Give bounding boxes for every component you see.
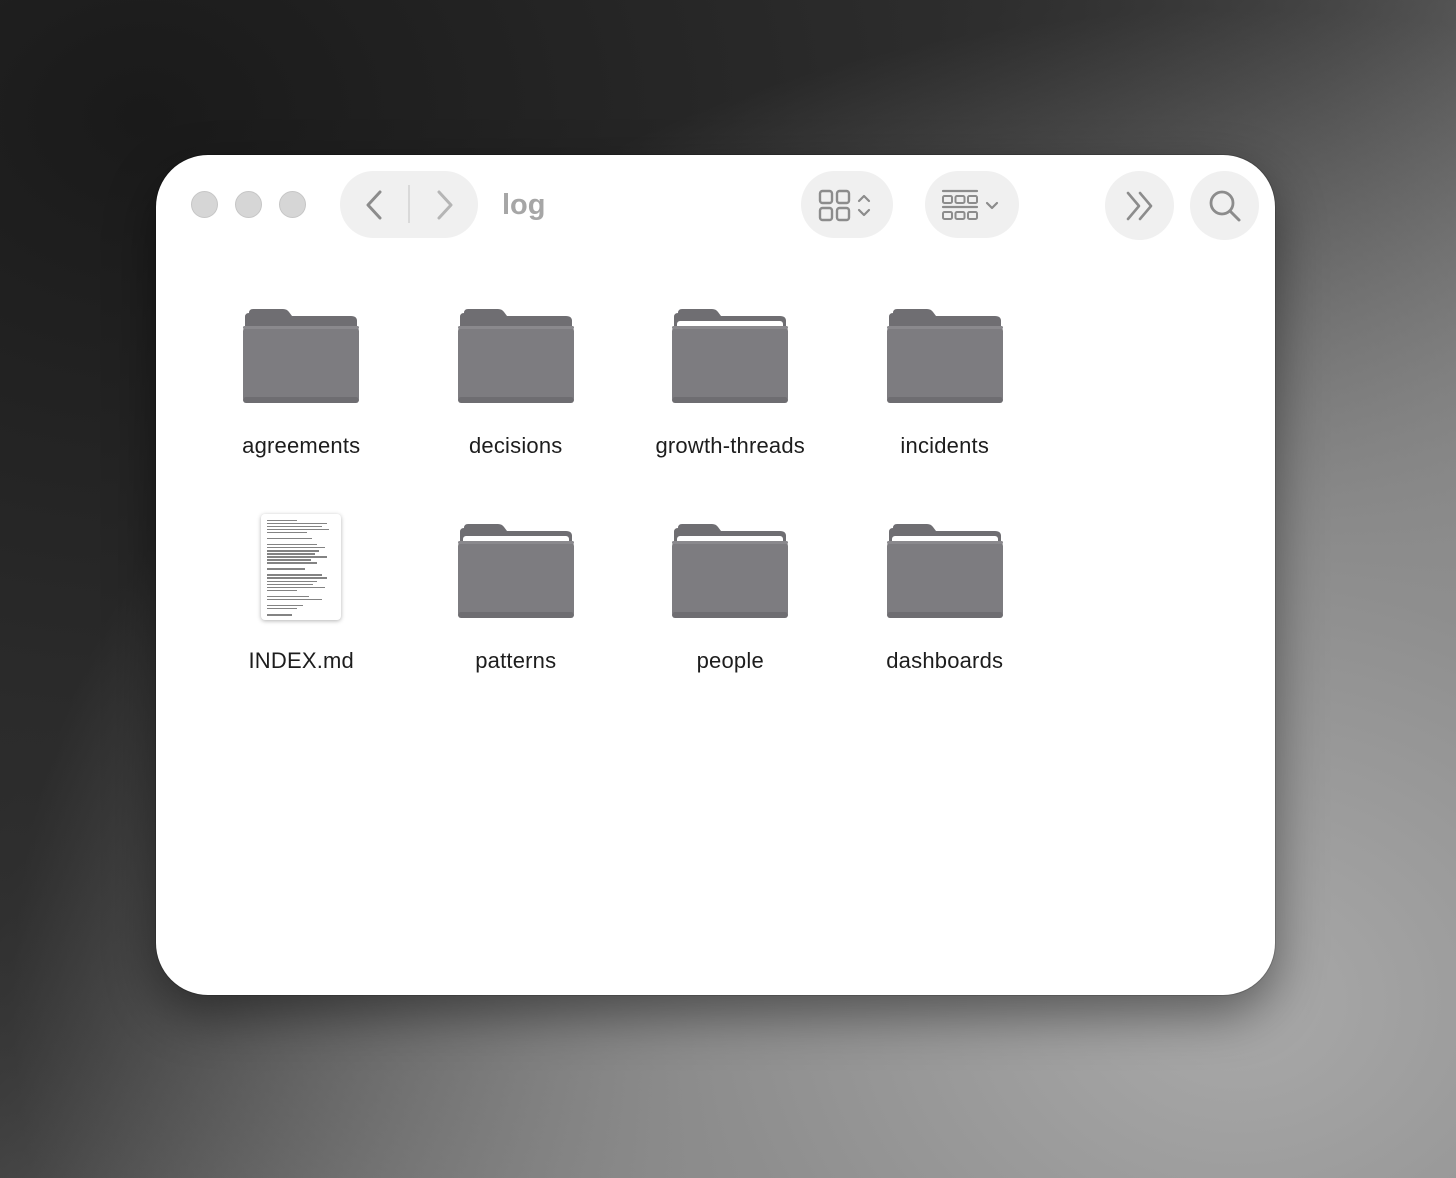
item-label: incidents [900,433,990,458]
document-text-line [267,546,326,549]
folder-icon [886,523,1003,618]
forward-button[interactable] [409,171,478,238]
folder-icon [457,523,574,618]
folder-item[interactable]: incidents [838,285,1053,500]
folder-icon [457,309,574,403]
folder-item[interactable]: people [623,500,838,715]
close-window-button[interactable] [191,191,218,218]
folder-icon [886,309,1003,403]
item-icon-wrapper [885,510,1005,620]
folder-icon [672,309,789,403]
document-text-line [267,568,306,570]
item-icon-wrapper [670,510,790,620]
item-icon-wrapper [456,295,576,405]
folder-item[interactable]: dashboards [838,500,1053,715]
item-label: patterns [475,647,557,673]
chevron-right-icon [437,190,452,219]
document-text-line [267,531,308,534]
item-icon-wrapper [670,295,790,405]
document-text-line [267,553,316,555]
document-text-line [267,556,328,558]
nav-separator [408,185,410,223]
file-grid: agreements decisions growth-threads inci… [194,285,1052,714]
search-icon [1209,190,1240,221]
window-title: log [502,189,546,221]
item-label: people [696,647,764,673]
chevron-left-icon [366,190,381,219]
folder-icon [243,309,360,403]
document-text-line [267,589,298,592]
folder-item[interactable]: patterns [409,500,624,715]
document-text-line [267,583,314,586]
more-toolbar-items-button[interactable] [1105,171,1174,240]
group-by-icon [941,189,999,220]
folder-item[interactable]: growth-threads [623,285,838,500]
item-icon-wrapper [241,510,361,620]
document-text-line [267,604,304,607]
folder-icon [672,523,789,618]
document-text-line [267,559,312,561]
item-label: decisions [468,433,563,458]
document-text-line [267,598,323,601]
document-text-line [267,550,320,552]
folder-item[interactable]: decisions [409,285,624,500]
document-text-line [267,586,326,589]
document-text-line [267,525,323,528]
back-button[interactable] [340,171,409,238]
group-by-button[interactable] [925,171,1019,238]
item-icon-wrapper [456,510,576,620]
file-item[interactable]: INDEX.md [194,500,409,715]
item-label: agreements [242,433,361,458]
view-mode-button[interactable] [801,171,893,238]
item-label: growth-threads [655,433,806,458]
document-text-line [267,574,323,576]
zoom-window-button[interactable] [279,191,306,218]
markdown-document-icon [261,513,342,620]
document-text-line [267,595,310,598]
minimize-window-button[interactable] [235,191,262,218]
double-chevron-right-icon [1126,191,1152,220]
document-text-line [267,614,293,616]
item-label: dashboards [886,647,1004,673]
item-label: INDEX.md [248,647,354,673]
finder-window: log agreements decisions growth-threads … [156,155,1275,995]
item-icon-wrapper [241,295,361,405]
icon-view-grid-icon [818,189,871,221]
document-text-line [267,580,318,582]
document-text-line [267,577,328,579]
document-text-line [267,528,330,531]
search-button[interactable] [1190,171,1259,240]
item-icon-wrapper [885,295,1005,405]
document-text-line [267,562,318,564]
document-text-line [267,607,298,610]
navigation-buttons [340,171,478,238]
document-text-line [267,519,298,521]
document-text-line [267,522,328,525]
document-text-line [267,537,313,540]
folder-item[interactable]: agreements [194,285,409,500]
document-text-line [267,543,318,546]
